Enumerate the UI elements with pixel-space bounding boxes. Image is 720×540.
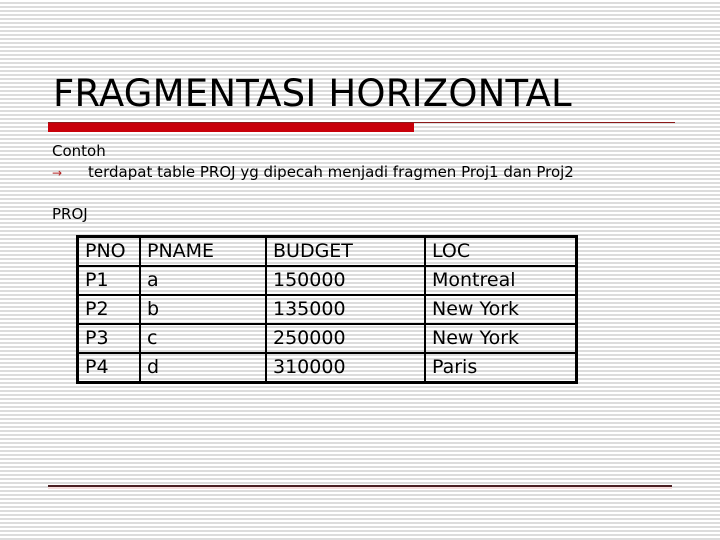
cell-pno: P1 [76,265,141,296]
header-cell-pname: PNAME [139,235,267,267]
intro-label: Contoh [52,142,106,160]
right-arrow-icon: → [52,166,63,180]
cell-pname: b [139,294,267,325]
cell-budget: 310000 [265,352,426,384]
cell-pno: P4 [76,352,141,384]
header-cell-budget: BUDGET [265,235,426,267]
table-row: P1 a 150000 Montreal [76,265,578,296]
table-label: PROJ [52,205,88,223]
cell-pno: P3 [76,323,141,354]
cell-budget: 250000 [265,323,426,354]
header-cell-loc: LOC [424,235,578,267]
cell-budget: 150000 [265,265,426,296]
table-header-row: PNO PNAME BUDGET LOC [76,235,578,267]
slide-title: FRAGMENTASI HORIZONTAL [53,72,572,115]
cell-budget: 135000 [265,294,426,325]
header-cell-pno: PNO [76,235,141,267]
footer-divider [48,485,672,487]
cell-pname: d [139,352,267,384]
cell-pno: P2 [76,294,141,325]
footer-divider-shadow [48,487,672,489]
title-underline-accent [48,123,414,132]
table-row: P3 c 250000 New York [76,323,578,354]
bullet-item: → terdapat table PROJ yg dipecah menjadi … [52,162,574,183]
bullet-text: terdapat table PROJ yg dipecah menjadi f… [88,163,574,181]
cell-pname: a [139,265,267,296]
cell-loc: Paris [424,352,578,384]
cell-loc: New York [424,323,578,354]
cell-loc: Montreal [424,265,578,296]
table-row: P2 b 135000 New York [76,294,578,325]
cell-pname: c [139,323,267,354]
cell-loc: New York [424,294,578,325]
table-row: P4 d 310000 Paris [76,352,578,384]
proj-table: PNO PNAME BUDGET LOC P1 a 150000 Montrea… [76,235,578,384]
